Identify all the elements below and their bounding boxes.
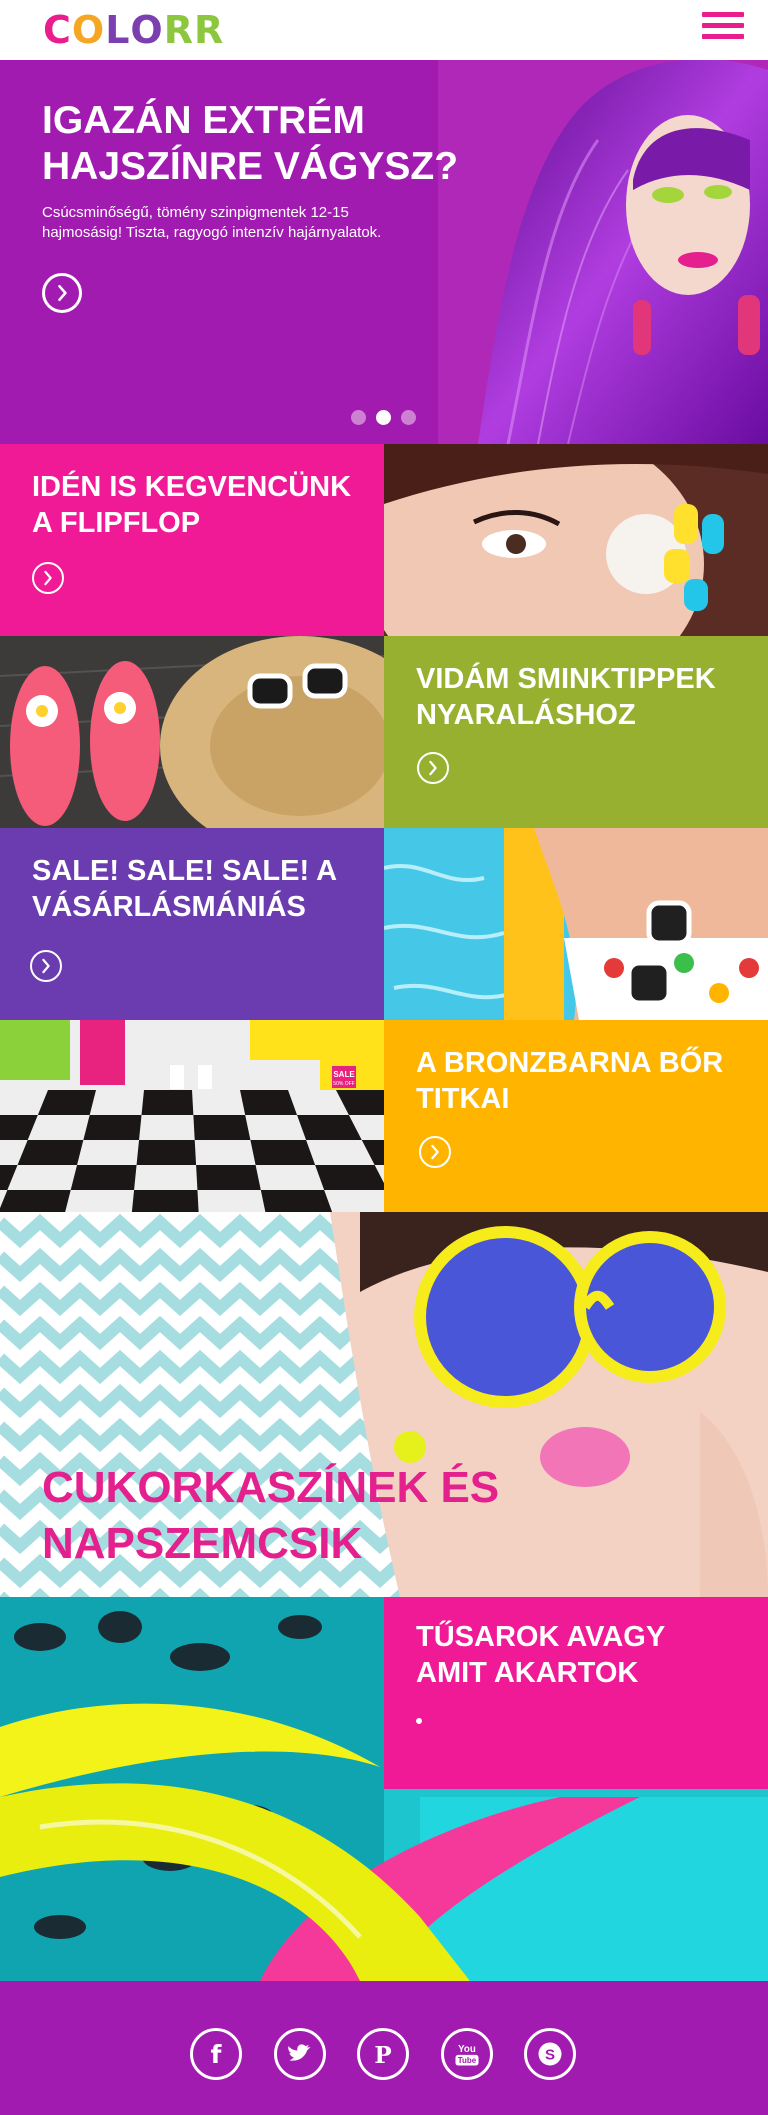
- tile-bronze-skin-title: A BRONZBARNA BŐR TITKAI: [416, 1047, 724, 1115]
- carousel-dot-3[interactable]: [401, 410, 416, 425]
- youtube-text-top: You: [458, 2044, 476, 2055]
- logo[interactable]: COLORR: [43, 6, 224, 54]
- chevron-right-icon: [431, 1144, 439, 1160]
- chevron-right-icon: [42, 958, 50, 974]
- tile-sale[interactable]: SALE! SALE! SALE! A VÁSÁRLÁSMÁNIÁS: [0, 828, 384, 1020]
- twitter-icon[interactable]: [274, 2028, 326, 2080]
- pool-bikini-image: [384, 828, 768, 1020]
- tile-flipflop[interactable]: IDÉN IS KEGVENCÜNK A FLIPFLOP: [0, 444, 384, 636]
- hero-text: Csúcsminőségű, tömény szinpigmentek 12-1…: [42, 204, 382, 241]
- skype-icon[interactable]: S: [524, 2028, 576, 2080]
- pinterest-icon[interactable]: P: [357, 2028, 409, 2080]
- youtube-text-bottom: Tube: [458, 2056, 477, 2065]
- chevron-right-icon: [429, 760, 437, 776]
- tile-makeup-tips[interactable]: VIDÁM SMINKTIPPEK NYARALÁSHOZ: [384, 636, 768, 828]
- carousel-dot-1[interactable]: [351, 410, 366, 425]
- hero-image-purple-hair: [438, 60, 768, 444]
- tile-flipflop-title: IDÉN IS KEGVENCÜNK A FLIPFLOP: [32, 471, 352, 539]
- chevron-right-icon: [58, 284, 67, 302]
- tile-stiletto-arrow-button[interactable]: [416, 1718, 422, 1724]
- logo-letter-1: C: [43, 8, 72, 52]
- site-footer: f P You Tube S: [0, 1981, 768, 2115]
- tile-flipflop-arrow-button[interactable]: [32, 562, 64, 594]
- tile-makeup-tips-title: VIDÁM SMINKTIPPEK NYARALÁSHOZ: [416, 663, 716, 731]
- carousel-dots: [351, 410, 426, 426]
- tile-makeup-tips-arrow-button[interactable]: [417, 752, 449, 784]
- skype-glyph: S: [545, 2046, 555, 2063]
- logo-letter-6: R: [194, 8, 225, 52]
- hero-slider: IGAZÁN EXTRÉM HAJSZÍNRE VÁGYSZ? Csúcsmin…: [0, 60, 768, 444]
- sale-sign-line-2: 50% OFF: [333, 1081, 354, 1087]
- tile-stiletto-title: TŰSAROK AVAGY AMIT AKARTOK: [416, 1621, 665, 1689]
- logo-letter-5: R: [163, 8, 194, 52]
- facebook-icon[interactable]: f: [190, 2028, 242, 2080]
- carousel-dot-2[interactable]: [376, 410, 391, 425]
- makeup-face-image: [384, 444, 768, 636]
- candy-banner-title: CUKORKASZÍNEK ÉS NAPSZEMCSIK: [42, 1463, 500, 1568]
- tile-sale-title: SALE! SALE! SALE! A VÁSÁRLÁSMÁNIÁS: [32, 855, 336, 923]
- sale-sign-line-1: SALE: [333, 1070, 355, 1079]
- flipflop-hat-image: [0, 636, 384, 828]
- menu-icon[interactable]: [702, 12, 744, 46]
- logo-letter-3: L: [105, 8, 131, 52]
- candy-banner[interactable]: CUKORKASZÍNEK ÉS NAPSZEMCSIK: [0, 1212, 768, 1597]
- tile-sale-arrow-button[interactable]: [30, 950, 62, 982]
- tile-bronze-skin[interactable]: A BRONZBARNA BŐR TITKAI: [384, 1020, 768, 1212]
- facebook-glyph: f: [211, 2040, 222, 2069]
- chevron-right-icon: [44, 570, 52, 586]
- tile-stiletto[interactable]: TŰSAROK AVAGY AMIT AKARTOK: [384, 1597, 768, 1789]
- youtube-icon[interactable]: You Tube: [441, 2028, 493, 2080]
- pinterest-glyph: P: [374, 2042, 391, 2069]
- heel-section: TŰSAROK AVAGY AMIT AKARTOK: [0, 1597, 768, 1981]
- site-header: COLORR: [0, 0, 768, 60]
- shopping-floor-image: SALE 50% OFF: [0, 1020, 384, 1212]
- tile-bronze-skin-arrow-button[interactable]: [419, 1136, 451, 1168]
- logo-letter-2: O: [71, 8, 106, 52]
- hero-arrow-button[interactable]: [42, 273, 82, 313]
- logo-letter-4: O: [130, 8, 164, 52]
- hero-title: IGAZÁN EXTRÉM HAJSZÍNRE VÁGYSZ?: [42, 99, 459, 188]
